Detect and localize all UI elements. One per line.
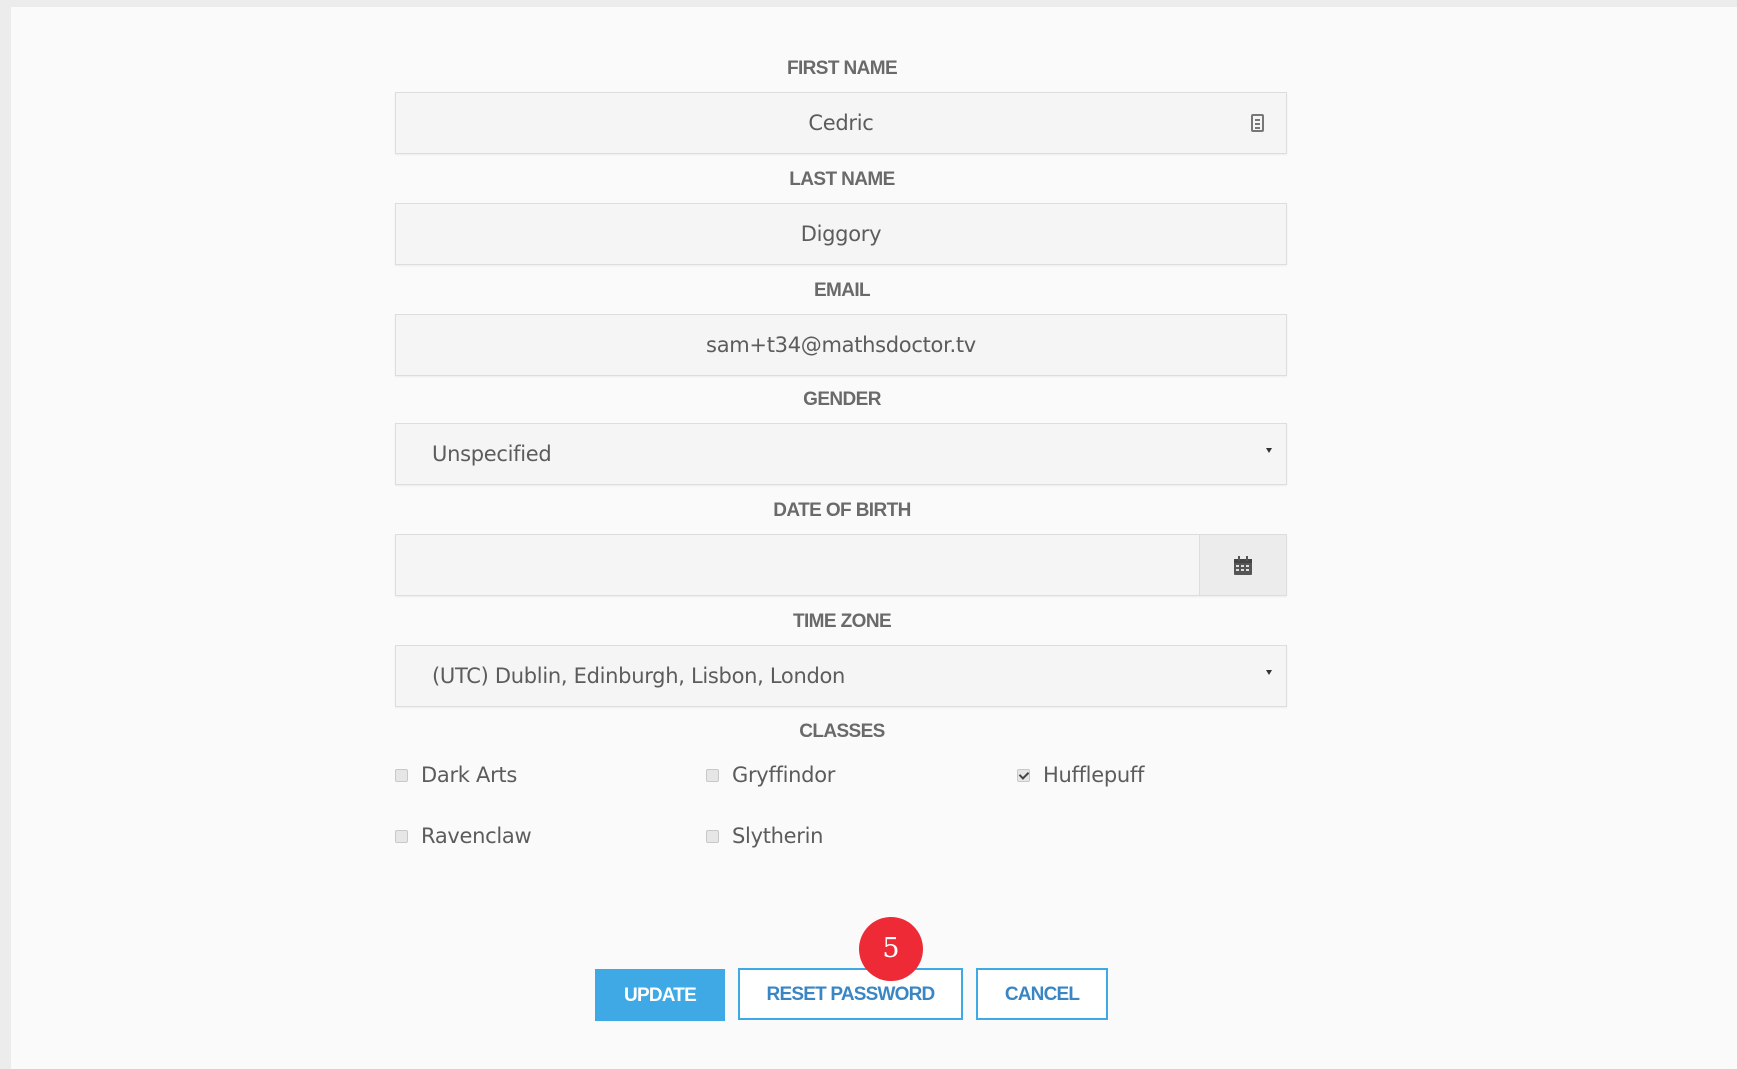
email-label: EMAIL <box>813 280 871 301</box>
last-name-value: Diggory <box>800 222 882 246</box>
first-name-label: FIRST NAME <box>786 58 898 79</box>
page: FIRST NAME Cedric LAST NAME Diggory EMAI… <box>11 7 1737 1069</box>
checkbox-ravenclaw[interactable] <box>395 829 408 843</box>
first-name-value: Cedric <box>808 111 874 135</box>
class-option-gryffindor[interactable]: Gryffindor <box>706 760 835 790</box>
class-label: Gryffindor <box>732 763 836 787</box>
time-zone-selected-value: (UTC) Dublin, Edinburgh, Lisbon, London <box>432 664 846 688</box>
email-value: sam+t34@mathsdoctor.tv <box>706 333 976 357</box>
gender-selected-value: Unspecified <box>432 442 552 466</box>
checkbox-gryffindor[interactable] <box>706 768 719 782</box>
class-label: Dark Arts <box>421 763 517 787</box>
cancel-button[interactable]: CANCEL <box>976 968 1108 1020</box>
checkbox-dark-arts[interactable] <box>395 768 408 782</box>
class-option-hufflepuff[interactable]: Hufflepuff <box>1017 760 1144 790</box>
chevron-down-icon <box>1266 448 1272 453</box>
chevron-down-icon <box>1266 670 1272 675</box>
class-label: Slytherin <box>732 824 824 848</box>
update-button[interactable]: UPDATE <box>595 969 725 1021</box>
reset-password-button[interactable]: RESET PASSWORD <box>738 968 963 1020</box>
class-label: Ravenclaw <box>421 824 532 848</box>
class-label: Hufflepuff <box>1043 763 1145 787</box>
class-option-dark-arts[interactable]: Dark Arts <box>395 760 517 790</box>
first-name-field[interactable]: Cedric <box>395 92 1287 154</box>
time-zone-select[interactable]: (UTC) Dublin, Edinburgh, Lisbon, London <box>395 645 1287 707</box>
checkbox-slytherin[interactable] <box>706 829 719 843</box>
last-name-label: LAST NAME <box>789 169 895 190</box>
calendar-icon <box>1234 556 1252 575</box>
classes-label: CLASSES <box>799 721 885 742</box>
date-of-birth-field[interactable] <box>395 534 1287 596</box>
step-number-badge: 5 <box>859 917 923 981</box>
class-option-slytherin[interactable]: Slytherin <box>706 821 823 851</box>
email-field[interactable]: sam+t34@mathsdoctor.tv <box>395 314 1287 376</box>
date-of-birth-value <box>396 535 1200 595</box>
date-picker-button[interactable] <box>1199 535 1286 595</box>
autofill-contact-icon[interactable] <box>1251 114 1264 132</box>
gender-select[interactable]: Unspecified <box>395 423 1287 485</box>
date-of-birth-label: DATE OF BIRTH <box>773 500 911 521</box>
gender-label: GENDER <box>803 389 881 410</box>
checkbox-hufflepuff[interactable] <box>1017 768 1030 782</box>
class-option-ravenclaw[interactable]: Ravenclaw <box>395 821 532 851</box>
last-name-field[interactable]: Diggory <box>395 203 1287 265</box>
time-zone-label: TIME ZONE <box>792 611 892 632</box>
